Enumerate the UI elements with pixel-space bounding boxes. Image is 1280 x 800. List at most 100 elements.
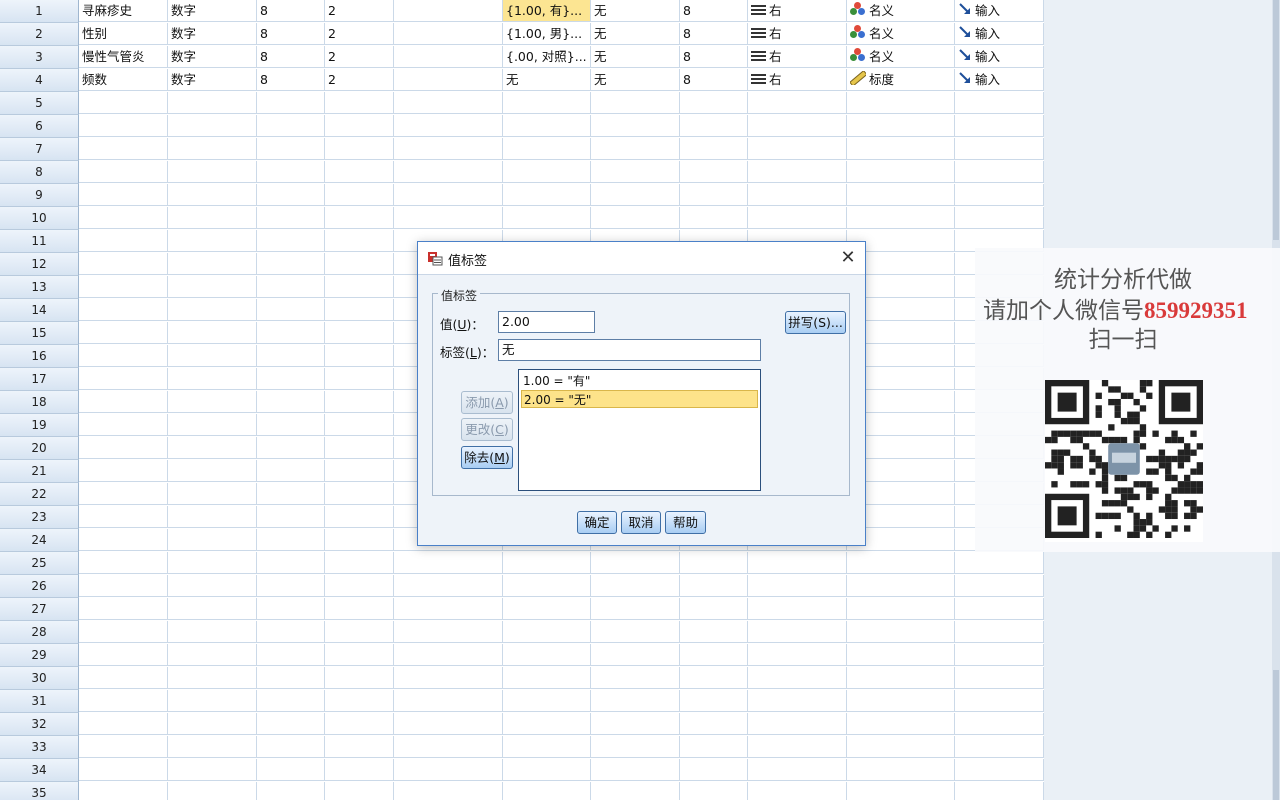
cell-columns[interactable] (680, 782, 748, 800)
label-input[interactable]: 无 (498, 339, 761, 361)
row-number[interactable]: 7 (0, 138, 79, 161)
row-number[interactable]: 3 (0, 46, 79, 69)
cell-missing[interactable]: 无 (591, 69, 680, 91)
cell-values[interactable]: {1.00, 有}... (503, 0, 591, 22)
cell-columns[interactable] (680, 690, 748, 712)
cell-width[interactable] (257, 782, 325, 800)
cell-width[interactable] (257, 667, 325, 689)
cell-measure[interactable] (847, 621, 955, 643)
cell-missing[interactable] (591, 621, 680, 643)
cell-decimals[interactable] (325, 437, 394, 459)
cell-values[interactable] (503, 644, 591, 666)
cell-name[interactable] (79, 161, 168, 183)
cell-align[interactable] (748, 161, 847, 183)
cell-columns[interactable] (680, 575, 748, 597)
cell-values[interactable] (503, 161, 591, 183)
row-number[interactable]: 8 (0, 161, 79, 184)
cell-values[interactable] (503, 138, 591, 160)
value-input[interactable]: 2.00 (498, 311, 595, 333)
cell-type[interactable] (168, 414, 257, 436)
row-number[interactable]: 29 (0, 644, 79, 667)
cell-width[interactable] (257, 322, 325, 344)
cell-columns[interactable] (680, 644, 748, 666)
cell-measure[interactable] (847, 759, 955, 781)
cell-align[interactable] (748, 644, 847, 666)
cell-name[interactable] (79, 483, 168, 505)
row-number[interactable]: 32 (0, 713, 79, 736)
cell-measure[interactable]: 名义 (847, 0, 955, 22)
cell-missing[interactable] (591, 161, 680, 183)
cell-decimals[interactable]: 2 (325, 46, 394, 68)
cell-type[interactable] (168, 690, 257, 712)
cell-name[interactable] (79, 529, 168, 551)
cell-values[interactable] (503, 690, 591, 712)
cell-decimals[interactable] (325, 322, 394, 344)
cell-type[interactable] (168, 322, 257, 344)
cell-align[interactable] (748, 713, 847, 735)
cell-width[interactable] (257, 736, 325, 758)
cell-measure[interactable] (847, 575, 955, 597)
cell-align[interactable] (748, 552, 847, 574)
scrollbar-track-lower[interactable] (1273, 670, 1279, 800)
cell-align[interactable] (748, 667, 847, 689)
cell-width[interactable] (257, 115, 325, 137)
row-number[interactable]: 26 (0, 575, 79, 598)
cell-align[interactable] (748, 690, 847, 712)
cell-width[interactable] (257, 276, 325, 298)
cell-type[interactable] (168, 437, 257, 459)
cell-decimals[interactable] (325, 598, 394, 620)
cell-role[interactable]: 输入 (955, 23, 1044, 45)
cell-type[interactable] (168, 667, 257, 689)
cell-measure[interactable] (847, 644, 955, 666)
cell-decimals[interactable]: 2 (325, 69, 394, 91)
cell-decimals[interactable] (325, 184, 394, 206)
cell-width[interactable]: 8 (257, 23, 325, 45)
cell-width[interactable] (257, 368, 325, 390)
cell-role[interactable] (955, 598, 1044, 620)
cell-align[interactable] (748, 115, 847, 137)
row-number[interactable]: 9 (0, 184, 79, 207)
row-number[interactable]: 16 (0, 345, 79, 368)
cell-label[interactable] (394, 759, 503, 781)
cell-missing[interactable]: 无 (591, 0, 680, 22)
cell-role[interactable] (955, 115, 1044, 137)
cell-type[interactable] (168, 276, 257, 298)
cell-type[interactable] (168, 207, 257, 229)
cell-align[interactable] (748, 782, 847, 800)
cell-name[interactable] (79, 207, 168, 229)
cell-columns[interactable]: 8 (680, 69, 748, 91)
cell-align[interactable] (748, 184, 847, 206)
scrollbar-thumb[interactable] (1273, 0, 1279, 240)
cell-width[interactable] (257, 575, 325, 597)
cell-width[interactable] (257, 230, 325, 252)
cell-columns[interactable]: 8 (680, 46, 748, 68)
cell-decimals[interactable] (325, 782, 394, 800)
cell-align[interactable]: 右 (748, 46, 847, 68)
cell-role[interactable] (955, 161, 1044, 183)
cell-decimals[interactable]: 2 (325, 23, 394, 45)
cell-columns[interactable]: 8 (680, 0, 748, 22)
cell-type[interactable] (168, 736, 257, 758)
cell-decimals[interactable] (325, 299, 394, 321)
cell-type[interactable]: 数字 (168, 0, 257, 22)
cell-columns[interactable] (680, 115, 748, 137)
cell-role[interactable]: 输入 (955, 69, 1044, 91)
cell-name[interactable] (79, 437, 168, 459)
cell-missing[interactable] (591, 713, 680, 735)
cell-decimals[interactable] (325, 552, 394, 574)
cell-decimals[interactable] (325, 460, 394, 482)
cell-width[interactable] (257, 345, 325, 367)
cell-width[interactable] (257, 759, 325, 781)
cell-type[interactable] (168, 782, 257, 800)
cell-values[interactable] (503, 667, 591, 689)
row-number[interactable]: 13 (0, 276, 79, 299)
cell-measure[interactable] (847, 184, 955, 206)
cell-type[interactable] (168, 529, 257, 551)
cell-missing[interactable] (591, 92, 680, 114)
cell-name[interactable] (79, 184, 168, 206)
cell-label[interactable] (394, 575, 503, 597)
cell-values[interactable] (503, 575, 591, 597)
cell-align[interactable] (748, 207, 847, 229)
cell-type[interactable]: 数字 (168, 23, 257, 45)
row-number[interactable]: 5 (0, 92, 79, 115)
